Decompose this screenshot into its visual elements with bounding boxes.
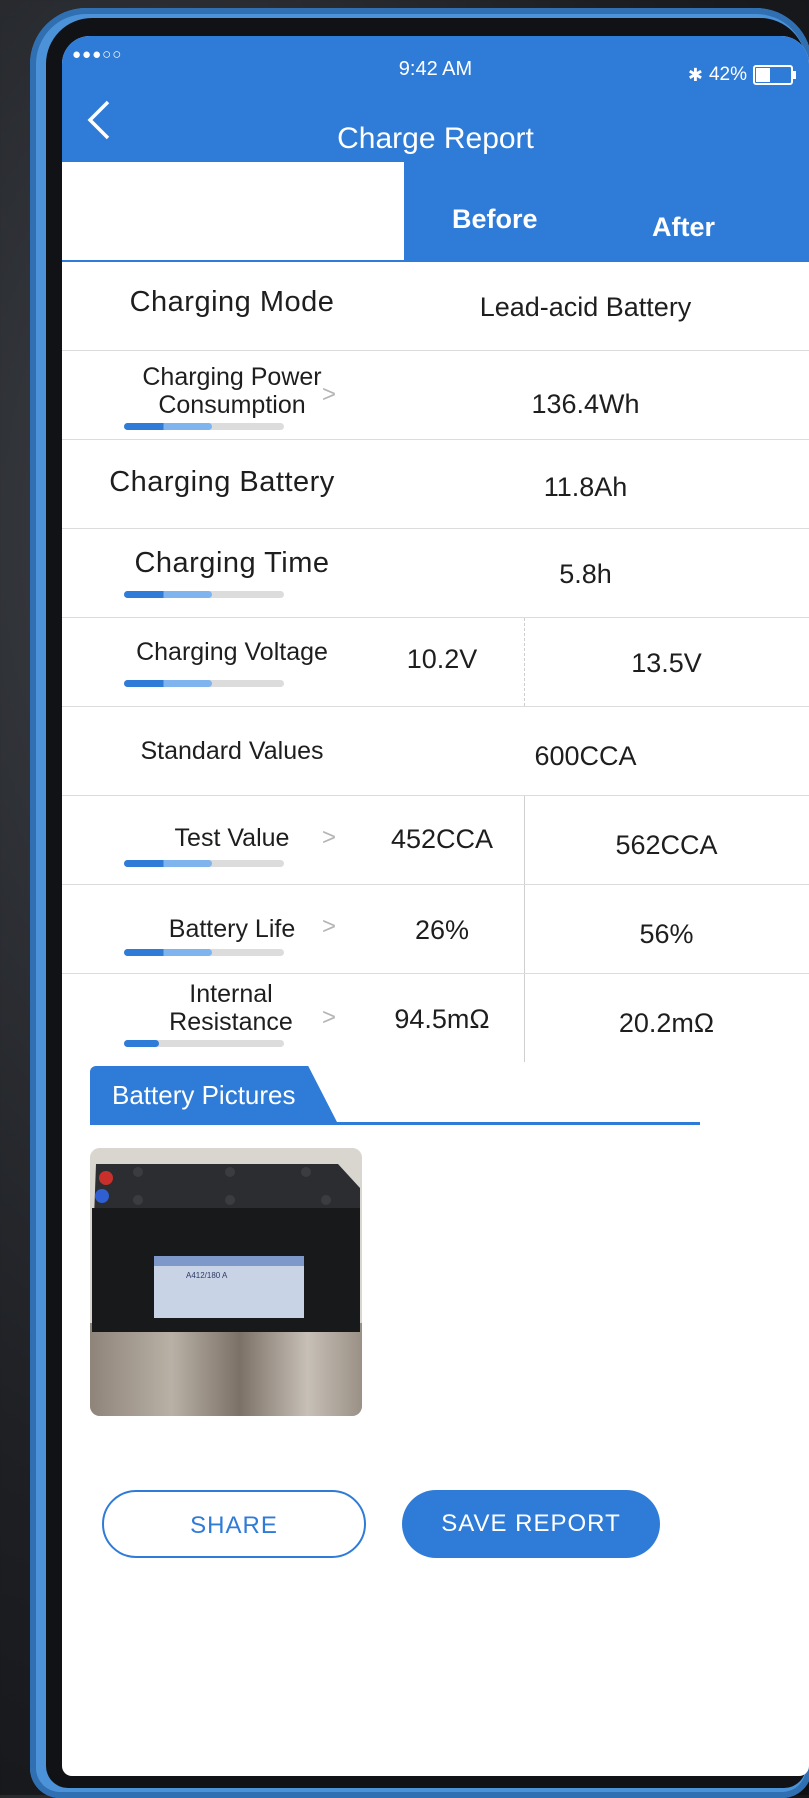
top-bar: ●●●○○ 9:42 AM ✱ 42% Charge Report [62, 36, 809, 162]
row-charging-mode: Charging Mode Lead-acid Battery [62, 262, 809, 351]
progress-bar [124, 949, 284, 956]
row-charging-time: Charging Time 5.8h [62, 529, 809, 618]
page-title: Charge Report [337, 122, 534, 155]
battery-label-text: A412/180 A [186, 1271, 228, 1280]
progress-bar [124, 860, 284, 867]
row-label: Charging Time [134, 547, 330, 579]
battery-icon [753, 65, 796, 85]
progress-bar [124, 1040, 284, 1047]
status-right: ✱ 42% [687, 64, 796, 86]
row-label: Charging Voltage [136, 638, 328, 666]
chevron-right-icon: > [322, 913, 337, 940]
battery-image: A412/180 A [90, 1148, 362, 1416]
progress-fill [124, 680, 212, 687]
progress-fill [124, 1040, 160, 1047]
row-charging-battery: Charging Battery 11.8Ah [62, 440, 809, 529]
after-value: 13.5V [631, 648, 702, 678]
progress-fill [124, 860, 212, 867]
after-value: 562CCA [615, 830, 718, 860]
chevron-right-icon: > [322, 1004, 337, 1031]
section-underline [90, 1122, 700, 1125]
tab-after[interactable]: After [652, 212, 715, 243]
row-label: Charging Mode [129, 286, 335, 318]
battery-percent: 42% [708, 64, 747, 85]
share-button[interactable]: SHARE [102, 1490, 366, 1558]
row-standard-values: Standard Values 600CCA [62, 707, 809, 796]
chevron-right-icon: > [322, 381, 337, 408]
before-value: 10.2V [406, 644, 478, 674]
save-report-button[interactable]: SAVE REPORT [402, 1490, 660, 1558]
row-value: 11.8Ah [543, 472, 628, 502]
row-label: Battery Life [168, 915, 296, 943]
progress-bar [124, 591, 284, 598]
row-label: Charging Battery [109, 466, 335, 498]
row-value: 5.8h [559, 559, 612, 589]
battery-pictures-title: Battery Pictures [90, 1066, 338, 1124]
after-value: 20.2mΩ [618, 1008, 715, 1038]
row-charging-voltage: Charging Voltage 10.2V 13.5V [62, 618, 809, 707]
column-tabs: Before After [62, 162, 809, 262]
tab-before[interactable]: Before [452, 204, 538, 235]
row-label: Internal Resistance [169, 980, 293, 1036]
row-value: 136.4Wh [531, 389, 640, 419]
row-internal-resistance[interactable]: Internal Resistance > 94.5mΩ 20.2mΩ [62, 974, 809, 1062]
progress-bar [124, 423, 284, 430]
row-test-value[interactable]: Test Value > 452CCA 562CCA [62, 796, 809, 885]
progress-fill [124, 949, 212, 956]
before-value: 26% [414, 915, 470, 945]
tab-blank [62, 162, 404, 262]
row-label: Standard Values [140, 737, 324, 765]
after-value: 56% [639, 919, 694, 949]
row-label: Test Value [174, 824, 290, 852]
progress-fill [124, 423, 212, 430]
chevron-right-icon: > [322, 824, 337, 851]
row-power-consumption[interactable]: Charging Power Consumption > 136.4Wh [62, 351, 809, 440]
report-table: Charging Mode Lead-acid Battery Charging… [62, 262, 809, 1062]
app-screen: ●●●○○ 9:42 AM ✱ 42% Charge Report Before… [62, 36, 809, 1776]
before-value: 452CCA [390, 824, 494, 854]
row-value: Lead-acid Battery [479, 292, 692, 322]
row-value: 600CCA [534, 741, 637, 771]
battery-pictures-header: Battery Pictures [90, 1066, 710, 1130]
row-label: Charging Power Consumption [142, 363, 322, 419]
progress-fill [124, 591, 212, 598]
progress-bar [124, 680, 284, 687]
bluetooth-icon: ✱ [687, 64, 703, 85]
battery-photo[interactable]: A412/180 A [90, 1148, 362, 1416]
row-battery-life[interactable]: Battery Life > 26% 56% [62, 885, 809, 974]
before-value: 94.5mΩ [394, 1004, 490, 1034]
